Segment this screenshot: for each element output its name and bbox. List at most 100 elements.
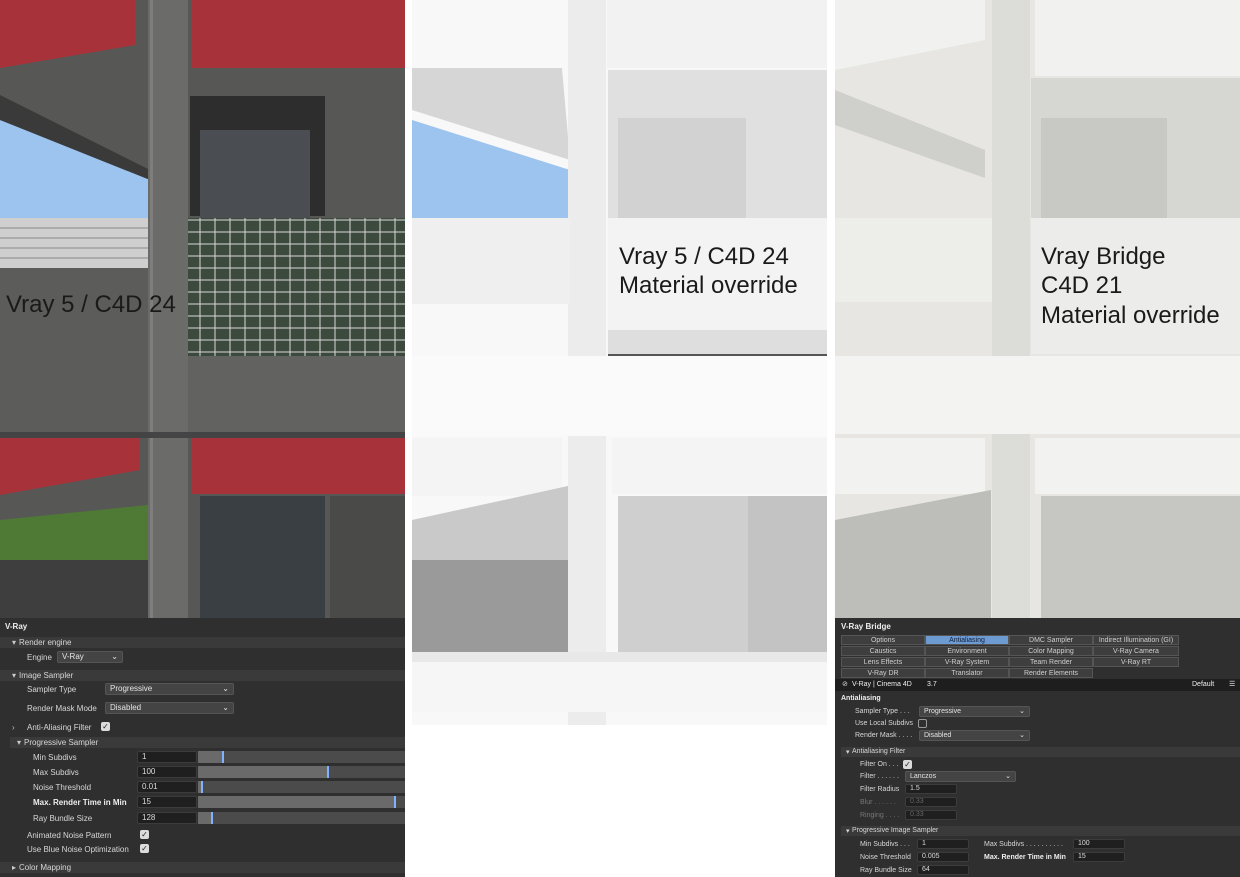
bridge-noise-threshold-field[interactable]: 0.005: [917, 852, 969, 862]
render-label-right-line3: Material override: [1041, 302, 1220, 329]
tab-caustics[interactable]: Caustics: [841, 646, 925, 656]
bridge-max-render-time-value: 15: [1078, 853, 1086, 860]
tab-lens-effects[interactable]: Lens Effects: [841, 657, 925, 667]
chevron-down-icon: ⌄: [1019, 708, 1025, 715]
render-label-right-line1: Vray Bridge: [1041, 243, 1166, 270]
max-render-time-slider[interactable]: [198, 796, 405, 808]
preset-value[interactable]: Default: [1192, 681, 1214, 688]
render-vray5-textured: Vray 5 / C4D 24: [0, 0, 405, 618]
filter-radius-label: Filter Radius: [860, 786, 900, 793]
collapse-arrow-down-icon[interactable]: ▾: [12, 638, 16, 647]
blur-field[interactable]: 0.33: [905, 797, 957, 807]
aa-filter-checkbox[interactable]: ✓: [101, 722, 110, 731]
tab-v-ray-rt[interactable]: V-Ray RT: [1093, 657, 1179, 667]
bridge-sampler-type-label: Sampler Type . . .: [855, 708, 910, 715]
min-subdivs-slider[interactable]: [198, 751, 405, 763]
render-mask-mode-value: Disabled: [110, 703, 142, 712]
bridge-panel-title: V-Ray Bridge: [841, 622, 891, 631]
max-render-time-value: 15: [142, 797, 151, 806]
render-vray5-material-override: Vray 5 / C4D 24 Material override: [412, 0, 827, 725]
tab-dmc-sampler[interactable]: DMC Sampler: [1009, 635, 1093, 645]
engine-dropdown[interactable]: V-Ray ⌄: [57, 651, 123, 663]
bridge-min-subdivs-value: 1: [922, 840, 926, 847]
tab-render-elements[interactable]: Render Elements: [1009, 668, 1093, 678]
tab-v-ray-camera[interactable]: V-Ray Camera: [1093, 646, 1179, 656]
sampler-type-value: Progressive: [110, 684, 153, 693]
filter-on-label: Filter On . . .: [860, 761, 899, 768]
color-mapping-section-label: Color Mapping: [19, 863, 72, 872]
render-label-left: Vray 5 / C4D 24: [6, 291, 176, 318]
menu-icon[interactable]: ☰: [1229, 680, 1235, 688]
bridge-max-subdivs-label: Max Subdivs . . . . . . . . . .: [984, 841, 1063, 848]
bridge-min-subdivs-field[interactable]: 1: [917, 839, 969, 849]
filter-on-checkbox[interactable]: ✓: [903, 760, 912, 769]
animated-noise-label: Animated Noise Pattern: [27, 831, 112, 840]
tab-team-render[interactable]: Team Render: [1009, 657, 1093, 667]
render-engine-section-label: Render engine: [19, 638, 72, 647]
use-local-subdivs-label: Use Local Subdivs: [855, 720, 913, 727]
engine-label: Engine: [27, 653, 52, 662]
chevron-down-icon: ⌄: [111, 652, 118, 661]
render-mask-mode-label: Render Mask Mode: [27, 704, 97, 713]
collapse-arrow-down-icon[interactable]: ▾: [846, 748, 850, 756]
collapse-arrow-down-icon[interactable]: ▾: [12, 671, 16, 680]
tab-options[interactable]: Options: [841, 635, 925, 645]
noise-threshold-field[interactable]: 0.01: [137, 781, 197, 793]
filter-dropdown[interactable]: Lanczos ⌄: [905, 771, 1016, 782]
collapse-arrow-down-icon[interactable]: ▾: [17, 738, 21, 747]
max-subdivs-slider[interactable]: [198, 766, 405, 778]
tab-environment[interactable]: Environment: [925, 646, 1009, 656]
use-local-subdivs-checkbox[interactable]: [918, 719, 927, 728]
max-subdivs-field[interactable]: 100: [137, 766, 197, 778]
vray-bridge-settings-panel: V-Ray Bridge Options Antialiasing DMC Samp…: [835, 618, 1240, 877]
bridge-render-mask-dropdown[interactable]: Disabled ⌄: [919, 730, 1030, 741]
ringing-label: Ringing . . . .: [860, 812, 900, 819]
filter-value: Lanczos: [910, 773, 937, 780]
bridge-min-subdivs-label: Min Subdivs . . .: [860, 841, 910, 848]
animated-noise-checkbox[interactable]: ✓: [140, 830, 149, 839]
render-mask-mode-dropdown[interactable]: Disabled ⌄: [105, 702, 234, 714]
expand-arrow-right-icon[interactable]: ›: [12, 723, 15, 732]
tab-indirect-illumination-gi[interactable]: Indirect Illumination (GI): [1093, 635, 1179, 645]
tab-color-mapping[interactable]: Color Mapping: [1009, 646, 1093, 656]
bridge-sampler-type-dropdown[interactable]: Progressive ⌄: [919, 706, 1030, 717]
filter-radius-field[interactable]: 1.5: [905, 784, 957, 794]
bridge-max-render-time-label: Max. Render Time in Min: [984, 854, 1066, 861]
max-render-time-field[interactable]: 15: [137, 796, 197, 808]
sampler-type-dropdown[interactable]: Progressive ⌄: [105, 683, 234, 695]
min-subdivs-label: Min Subdivs: [33, 753, 77, 762]
bridge-max-render-time-field[interactable]: 15: [1073, 852, 1125, 862]
noise-threshold-slider[interactable]: [198, 781, 405, 793]
bridge-max-subdivs-field[interactable]: 100: [1073, 839, 1125, 849]
render-label-middle-line1: Vray 5 / C4D 24: [619, 243, 789, 270]
chevron-down-icon: ⌄: [222, 703, 229, 712]
blur-label: Blur . . . . . .: [860, 799, 896, 806]
ringing-field[interactable]: 0.33: [905, 810, 957, 820]
bridge-version-label: V-Ray | Cinema 4D: [852, 681, 912, 688]
tab-v-ray-system[interactable]: V-Ray System: [925, 657, 1009, 667]
ray-bundle-size-label: Ray Bundle Size: [33, 814, 93, 823]
ringing-value: 0.33: [910, 811, 924, 818]
min-subdivs-field[interactable]: 1: [137, 751, 197, 763]
noise-threshold-value: 0.01: [142, 782, 158, 791]
filter-label: Filter . . . . . .: [860, 773, 899, 780]
tab-antialiasing[interactable]: Antialiasing: [925, 635, 1009, 645]
image-sampler-section-label: Image Sampler: [19, 671, 74, 680]
bridge-aa-filter-section-label: Antialiasing Filter: [852, 748, 906, 755]
tab-translator[interactable]: Translator: [925, 668, 1009, 678]
blue-noise-checkbox[interactable]: ✓: [140, 844, 149, 853]
chevron-down-icon: ⌄: [222, 684, 229, 693]
ray-bundle-size-slider[interactable]: [198, 812, 405, 824]
render-label-right-line2: C4D 21: [1041, 272, 1123, 299]
collapse-arrow-down-icon[interactable]: ▾: [846, 827, 850, 835]
engine-dropdown-value: V-Ray: [62, 652, 84, 661]
aa-filter-label: Anti-Aliasing Filter: [27, 723, 92, 732]
bridge-ray-bundle-field[interactable]: 64: [917, 865, 969, 875]
render-vray5-override-image: [412, 0, 827, 725]
progressive-sampler-section-label: Progressive Sampler: [24, 738, 99, 747]
tab-v-ray-dr[interactable]: V-Ray DR: [841, 668, 925, 678]
ray-bundle-size-field[interactable]: 128: [137, 812, 197, 824]
bridge-progressive-section-label: Progressive Image Sampler: [852, 827, 939, 834]
expand-arrow-right-icon[interactable]: ▸: [12, 863, 16, 872]
max-render-time-label: Max. Render Time in Min: [33, 798, 127, 807]
